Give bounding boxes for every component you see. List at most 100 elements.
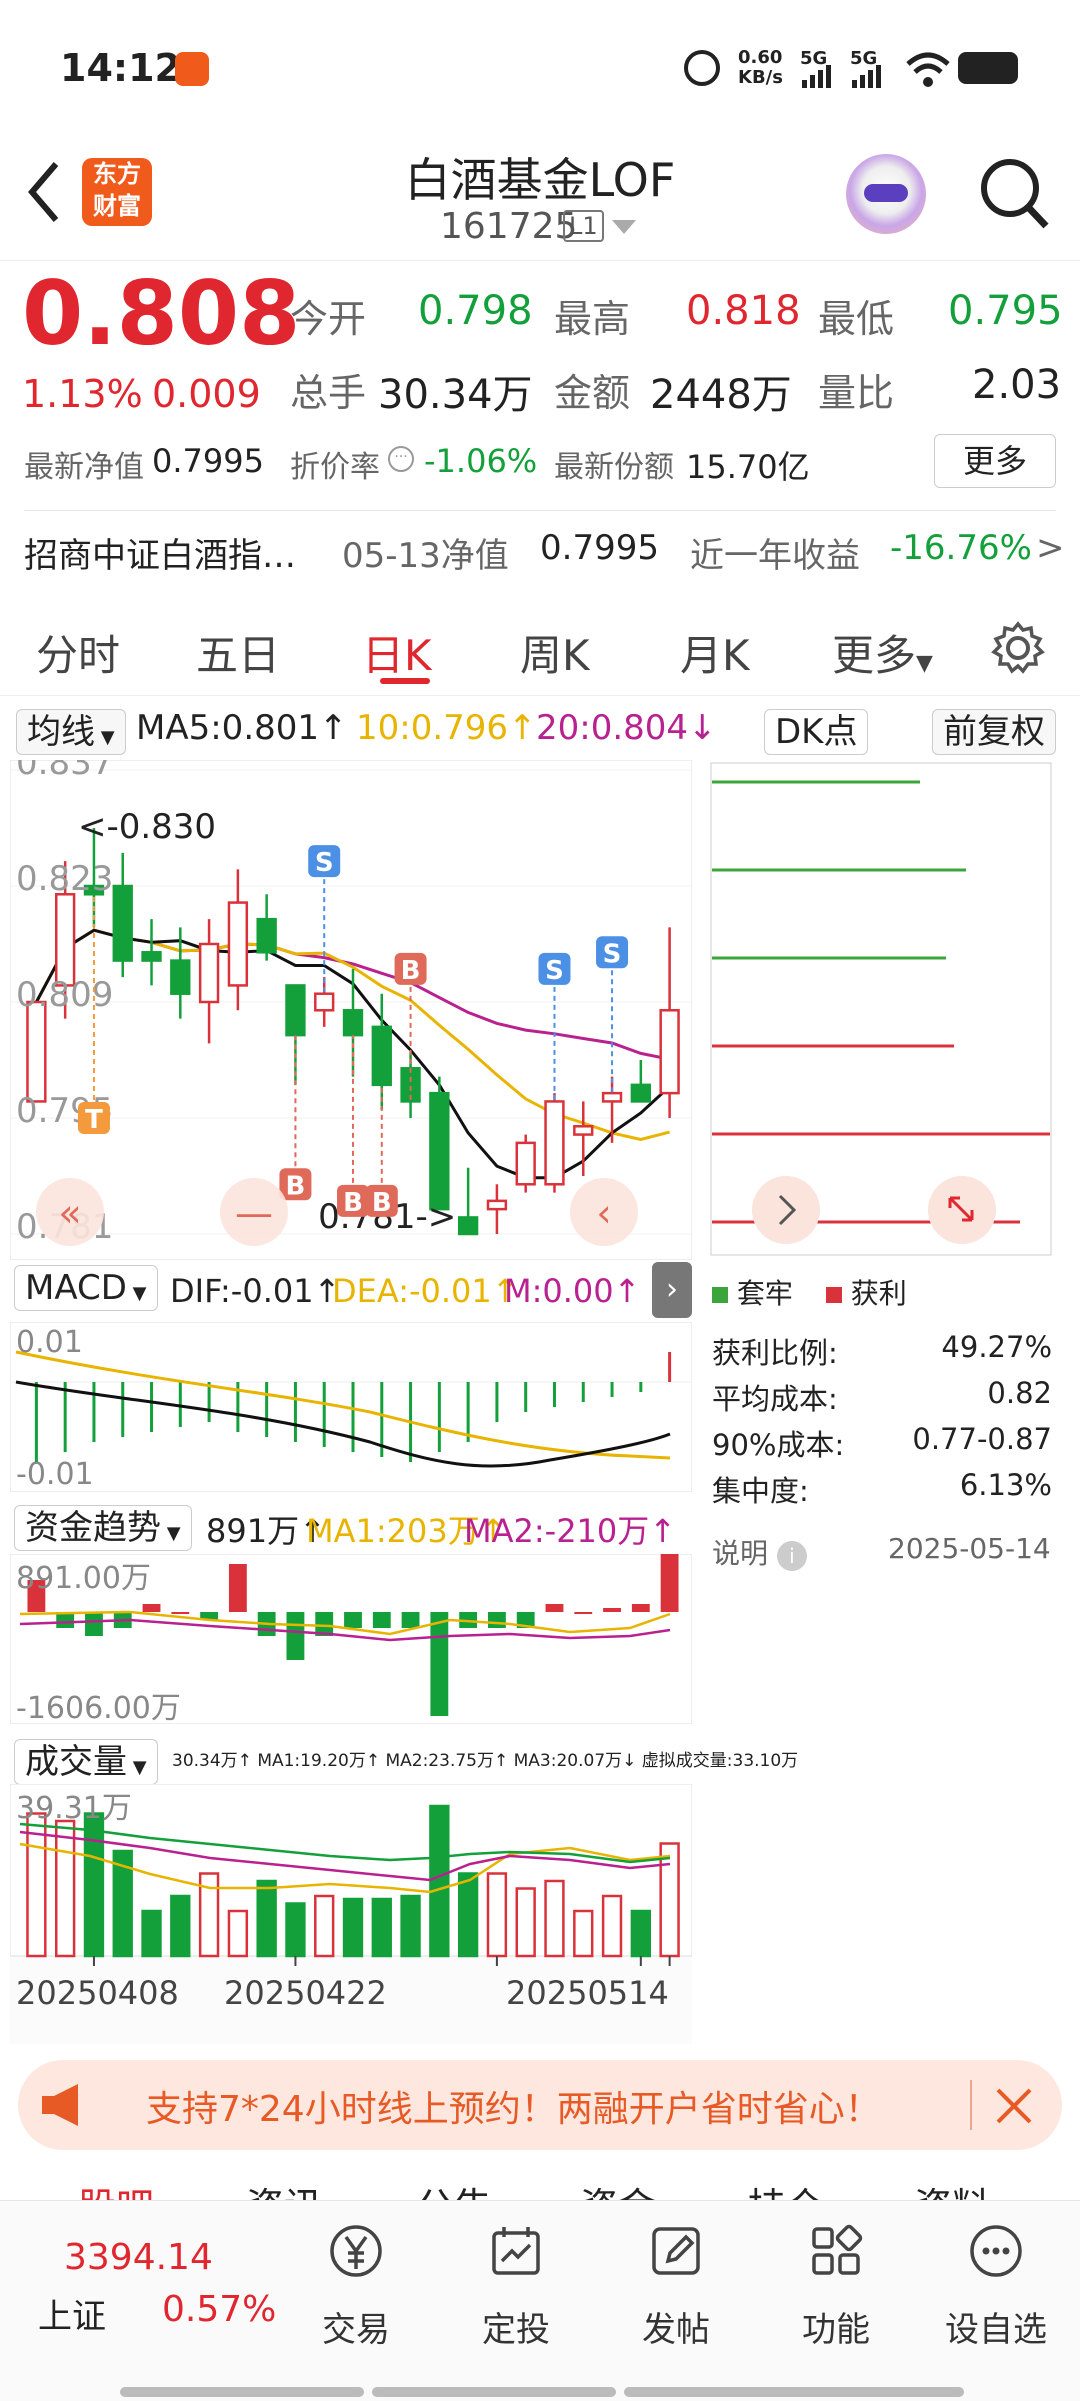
volume-bar <box>515 1887 536 1958</box>
dk-row-label: 获利比例: <box>712 1336 838 1370</box>
wifi-icon <box>906 52 950 87</box>
dk-row: 90%成本: 0.77-0.87 <box>712 1422 1052 1468</box>
settings-icon[interactable] <box>990 620 1046 676</box>
ma20-readout: 20:0.804↓ <box>536 708 717 748</box>
candle-up <box>55 893 76 987</box>
nav-date-label: 05-13净值 <box>342 536 509 576</box>
volume-ratio-value: 2.03 <box>972 362 1062 408</box>
volume-bar <box>170 1894 191 1958</box>
fund-caret-icon: ▼ <box>161 1523 181 1544</box>
volume-bar <box>573 1909 594 1958</box>
period-tabs: 分时 五日 日K 周K 月K 更多▼ <box>0 600 1080 696</box>
volume-caret-icon: ▼ <box>127 1757 147 1778</box>
nav-auto-invest-label: 定投 <box>482 2310 550 2350</box>
robot-assistant-icon[interactable] <box>846 154 926 234</box>
nav-auto-invest[interactable]: 定投 <box>446 2221 586 2351</box>
macd-chart: 0.01 -0.01 <box>10 1322 692 1492</box>
peek-tab-6[interactable]: 资料 <box>914 2176 990 2200</box>
low-value: 0.795 <box>948 288 1063 334</box>
volume-bar <box>457 1872 479 1958</box>
peek-tab-3[interactable]: 公告 <box>416 2176 492 2200</box>
tab-intraday[interactable]: 分时 <box>36 622 120 683</box>
peek-tab-1[interactable]: 股吧 <box>78 2176 154 2200</box>
candle-down <box>170 959 191 995</box>
macd-m: M:0.00↑ <box>504 1272 640 1310</box>
tab-more[interactable]: 更多▼ <box>832 622 933 683</box>
adjust-button[interactable]: 前复权 <box>932 704 1056 755</box>
dk-date: 2025-05-14 <box>888 1532 1051 1565</box>
macd-dea-text: DEA:-0.01 <box>332 1272 492 1310</box>
macd-dif-text: DIF:-0.01 <box>170 1272 314 1310</box>
volume-select[interactable]: 成交量 ▼ <box>14 1734 158 1785</box>
eastmoney-logo[interactable]: 东方 财富 <box>82 158 152 226</box>
battery-icon <box>958 52 1018 84</box>
ma-select-label: 均线 ▼ <box>16 709 126 755</box>
nav-date-value: 0.7995 <box>540 528 659 568</box>
nav-post[interactable]: 发帖 <box>606 2221 746 2351</box>
indicator-expand-icon[interactable]: › <box>652 1262 692 1318</box>
dk-row: 获利比例: 49.27% <box>712 1330 1052 1376</box>
volume-bar <box>314 1894 335 1958</box>
open-value: 0.798 <box>418 288 533 334</box>
promo-banner[interactable]: 支持7*24小时线上预约！两融开户省时省心！ <box>18 2060 1062 2150</box>
network-speed: 0.60 KB/s <box>738 48 783 88</box>
trade-marker-label: B <box>343 1188 363 1218</box>
chip-distribution-chart[interactable] <box>710 762 1052 1256</box>
megaphone-icon <box>42 2084 78 2126</box>
year-return-arrow-icon[interactable]: > <box>1036 528 1065 568</box>
fund-ma1-text: MA1:203万 <box>306 1512 480 1550</box>
x-label-3: 20250514 <box>506 1974 669 2012</box>
volume-ratio-label: 量比 <box>818 371 895 415</box>
tab-more-label: 更多 <box>832 631 917 680</box>
peek-tab-2[interactable]: 资讯 <box>246 2176 322 2200</box>
volume-bar <box>544 1879 565 1958</box>
trade-marker-label: B <box>372 1188 392 1218</box>
fund-select[interactable]: 资金趋势 ▼ <box>14 1500 192 1551</box>
dk-row-value: 0.77-0.87 <box>912 1422 1052 1456</box>
tab-monthly-k[interactable]: 月K <box>680 622 750 683</box>
close-icon[interactable] <box>994 2086 1034 2126</box>
trade-marker-label: B <box>286 1171 306 1201</box>
fund-bar <box>142 1604 161 1612</box>
discount-info-icon[interactable]: ··· <box>388 446 414 472</box>
level-badge[interactable]: L1 <box>563 210 604 242</box>
sh-index-value[interactable]: 3394.14 <box>64 2237 213 2278</box>
control-glyph: « <box>58 1191 81 1235</box>
sh-index-pct[interactable]: 0.57% <box>162 2289 276 2330</box>
nav-functions[interactable]: 功能 <box>766 2221 906 2351</box>
sh-index-name[interactable]: 上证 <box>38 2289 106 2338</box>
nav-watchlist[interactable]: 设自选 <box>926 2221 1066 2351</box>
dk-row: 平均成本: 0.82 <box>712 1376 1052 1422</box>
dk-button[interactable]: DK点 <box>764 704 869 755</box>
volume-bar <box>141 1909 162 1958</box>
macd-caret-icon: ▼ <box>126 1283 147 1304</box>
change-pct: 1.13% <box>22 372 143 416</box>
ma5-text: MA5:0.801 <box>136 708 320 748</box>
tab-five-day[interactable]: 五日 <box>196 622 280 683</box>
fund-select-label: 资金趋势 ▼ <box>14 1505 192 1551</box>
peek-tab-4[interactable]: 资金 <box>580 2176 656 2200</box>
code-dropdown-icon[interactable] <box>612 220 636 234</box>
nav-trade[interactable]: 交易 <box>286 2221 426 2351</box>
macd-select[interactable]: MACD ▼ <box>14 1265 158 1311</box>
dk-row-value: 49.27% <box>941 1330 1052 1364</box>
speed-value: 0.60 <box>738 47 783 68</box>
more-button[interactable]: 更多 <box>934 434 1056 488</box>
x-label-2: 20250422 <box>224 1974 387 2012</box>
search-icon[interactable] <box>978 154 1050 234</box>
dk-note[interactable]: 说明 i <box>712 1532 807 1572</box>
status-time: 14:12 <box>60 46 181 90</box>
promo-text: 支持7*24小时线上预约！两融开户省时省心！ <box>146 2089 881 2130</box>
ma-select[interactable]: 均线 ▼ <box>16 704 126 755</box>
tab-daily-k[interactable]: 日K <box>362 622 432 683</box>
dk-note-label: 说明 <box>712 1537 769 1570</box>
open-label: 今开 <box>290 297 367 341</box>
fund-bar <box>660 1554 679 1612</box>
fund-bar <box>286 1612 305 1660</box>
volume-bar <box>429 1804 450 1958</box>
peek-tab-5[interactable]: 持仓 <box>748 2176 824 2200</box>
tab-weekly-k[interactable]: 周K <box>520 622 590 683</box>
index-name-link[interactable]: 招商中证白酒指… <box>24 528 296 577</box>
candlestick-chart[interactable]: 0.8370.8230.8090.7950.781 <-0.8300.781->… <box>10 760 692 1260</box>
back-icon[interactable] <box>24 160 64 224</box>
